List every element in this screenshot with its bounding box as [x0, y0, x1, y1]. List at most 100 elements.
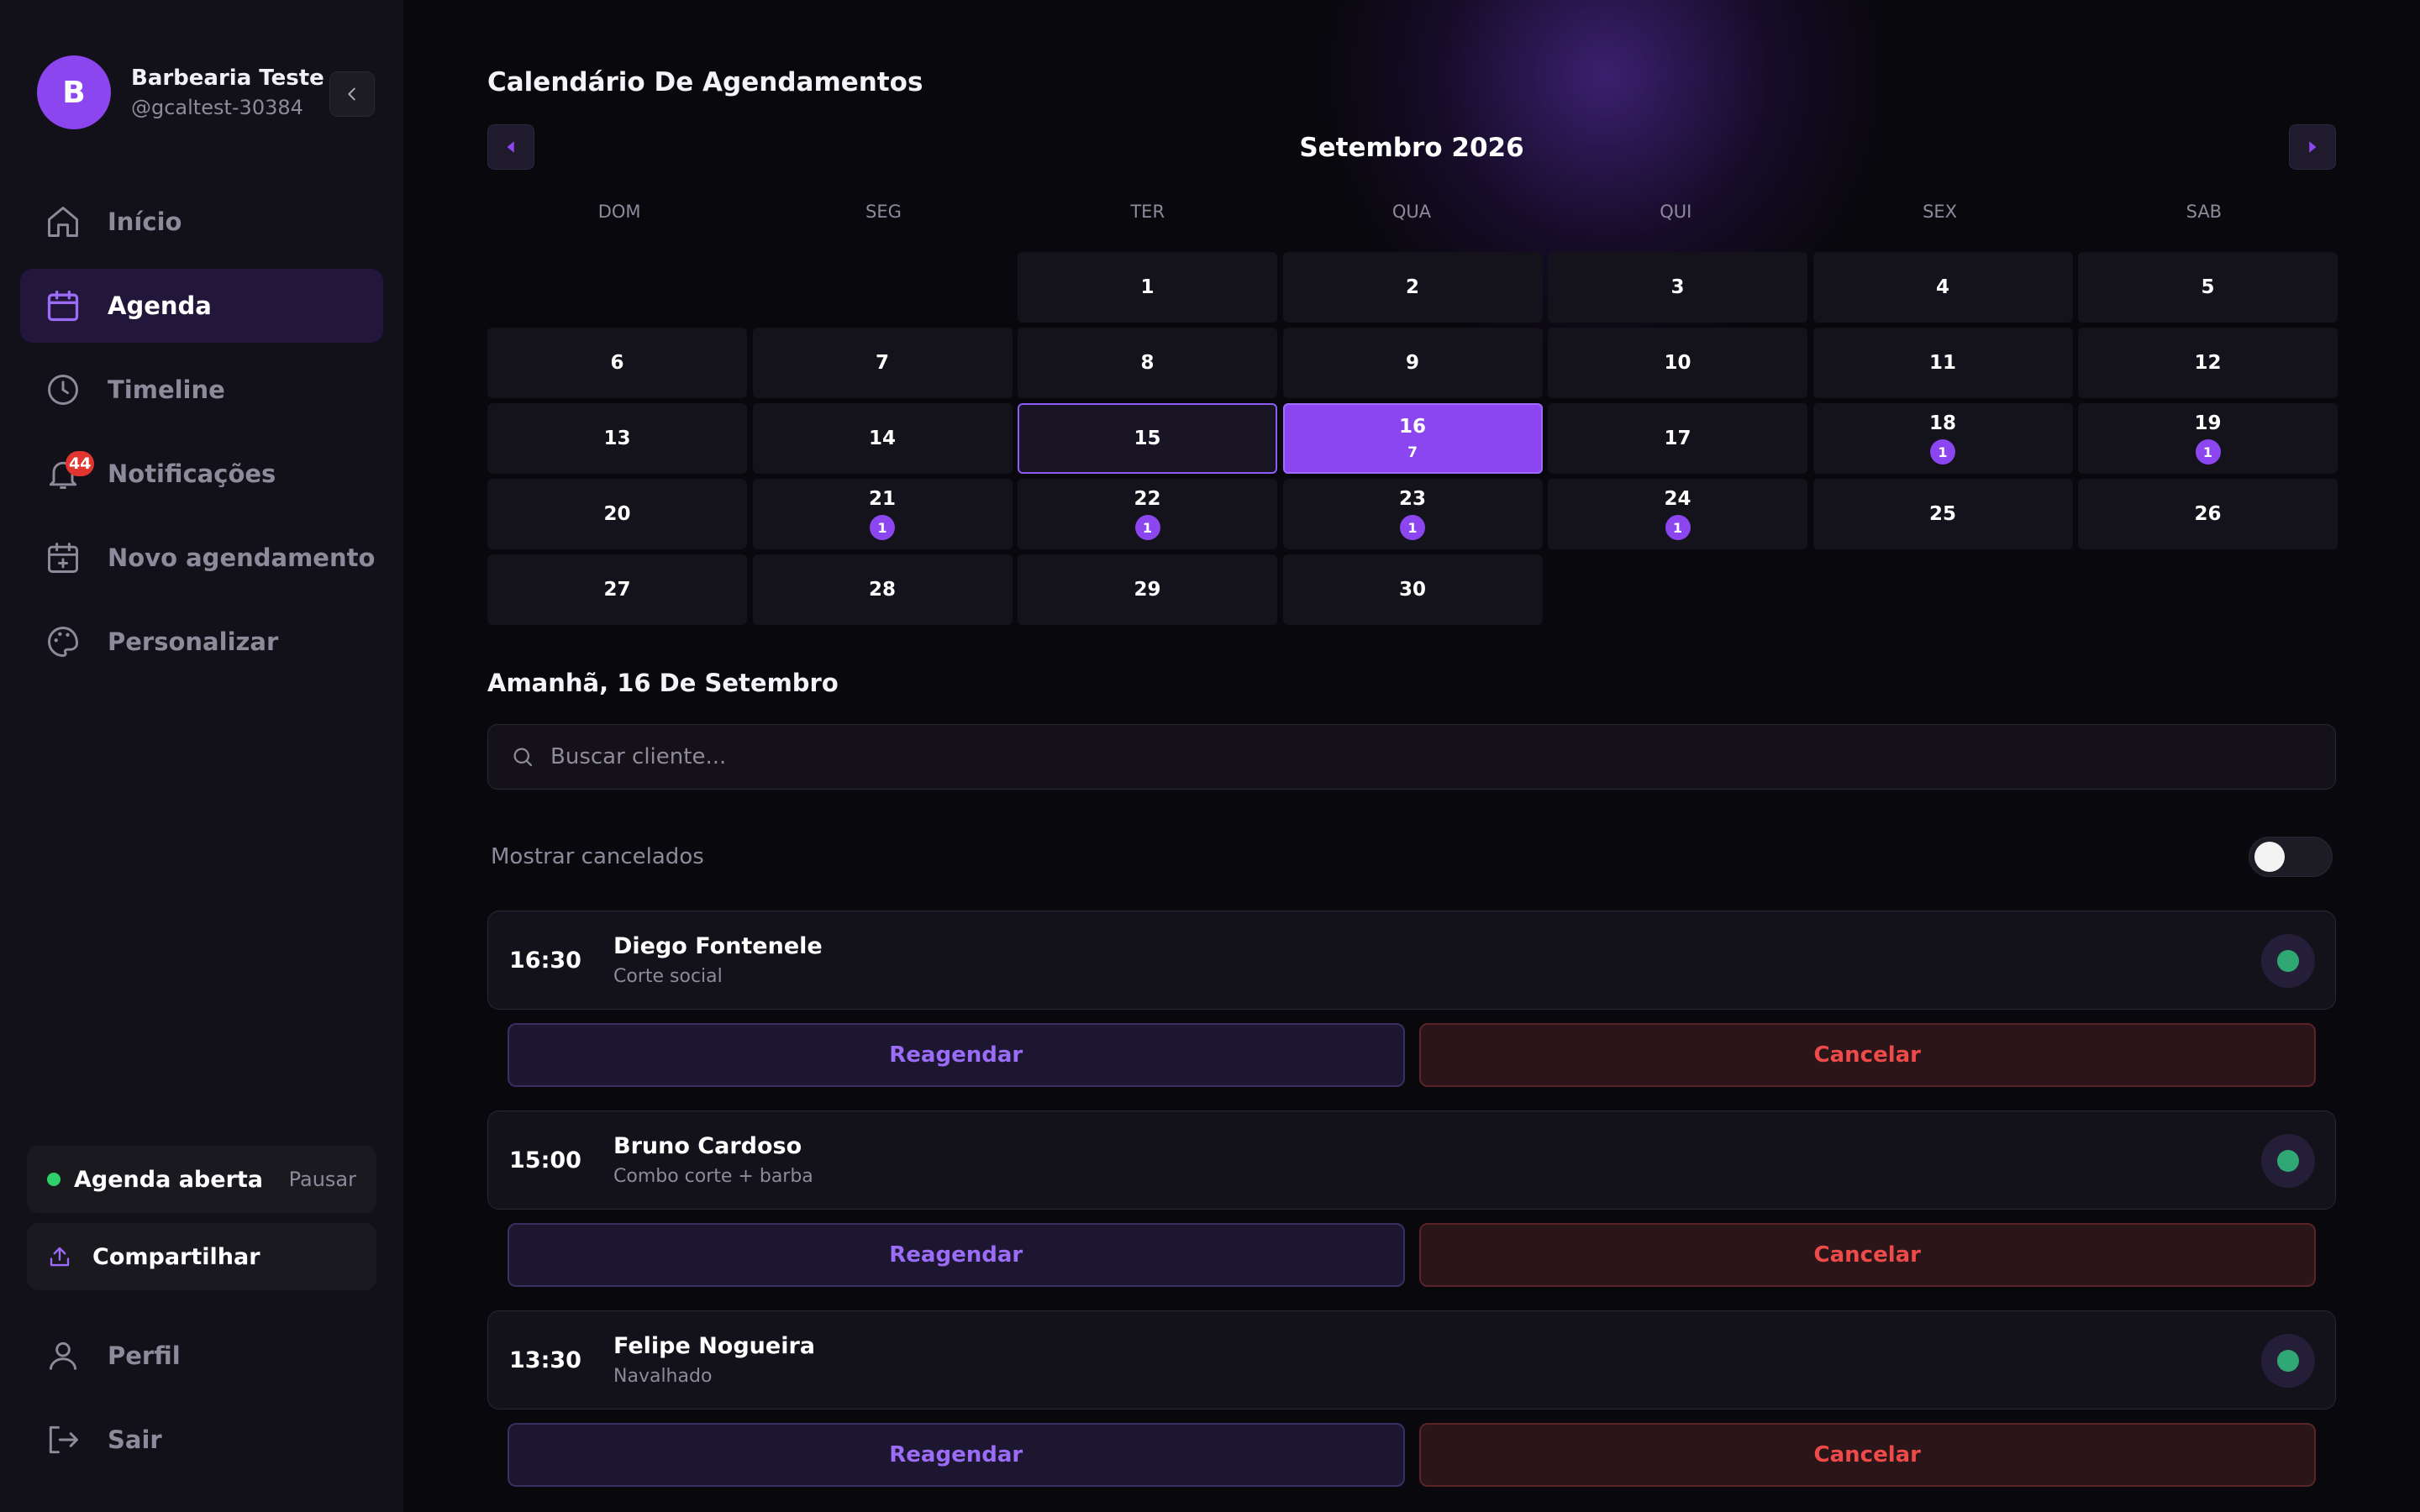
- service-name: Corte social: [613, 966, 723, 987]
- appointment-count-badge: 1: [1930, 439, 1955, 465]
- appointment-card[interactable]: 13:30 Felipe Nogueira Navalhado: [487, 1310, 2336, 1410]
- next-month-button[interactable]: [2289, 124, 2336, 170]
- calendar-day-23[interactable]: 23 1: [1282, 479, 1543, 549]
- show-cancelled-toggle[interactable]: [2249, 837, 2333, 877]
- calendar-day-21[interactable]: 21 1: [752, 479, 1013, 549]
- avatar: B: [37, 55, 111, 129]
- month-label: Setembro 2026: [1299, 133, 1524, 163]
- calendar-day-7[interactable]: 7: [752, 328, 1013, 398]
- nav-item-inicio[interactable]: Início: [20, 185, 383, 259]
- calendar-day-8[interactable]: 8: [1018, 328, 1277, 398]
- reschedule-button[interactable]: Reagendar: [508, 1223, 1405, 1287]
- calendar-day-28[interactable]: 28: [752, 554, 1013, 625]
- caret-right-icon: [2309, 141, 2317, 153]
- status-indicator: [47, 1173, 60, 1186]
- appointment-item: 13:30 Felipe Nogueira Navalhado Reagenda…: [487, 1310, 2336, 1487]
- nav-item-perfil[interactable]: Perfil: [20, 1319, 383, 1393]
- calendar-day-10[interactable]: 10: [1548, 328, 1807, 398]
- reschedule-button[interactable]: Reagendar: [508, 1423, 1405, 1487]
- nav-item-novo-agendamento[interactable]: Novo agendamento: [20, 521, 383, 595]
- day-number: 20: [603, 503, 631, 525]
- calendar-day-15[interactable]: 15: [1018, 403, 1277, 474]
- search-input[interactable]: [550, 744, 2335, 769]
- nav-item-notificacoes[interactable]: 44 Notificações: [20, 437, 383, 511]
- nav-item-personalizar[interactable]: Personalizar: [20, 605, 383, 679]
- client-name: Felipe Nogueira: [613, 1333, 816, 1359]
- nav-item-sair[interactable]: Sair: [20, 1403, 383, 1477]
- calendar-day-2[interactable]: 2: [1282, 252, 1543, 323]
- chevron-left-icon: [348, 87, 355, 101]
- calendar-day-13[interactable]: 13: [487, 403, 747, 474]
- weekday-label: SEG: [865, 202, 902, 222]
- appointment-count-badge: 1: [870, 515, 895, 540]
- appointment-card[interactable]: 15:00 Bruno Cardoso Combo corte + barba: [487, 1110, 2336, 1210]
- appointment-item: 15:00 Bruno Cardoso Combo corte + barba …: [487, 1110, 2336, 1287]
- nav-item-timeline[interactable]: Timeline: [20, 353, 383, 427]
- status-label: Agenda aberta: [74, 1166, 264, 1193]
- day-number: 4: [1935, 276, 1949, 298]
- agenda-status: Agenda aberta Pausar: [27, 1146, 376, 1213]
- appointment-count-badge: 1: [1665, 515, 1691, 540]
- pause-button[interactable]: Pausar: [289, 1168, 356, 1191]
- nav-label: Personalizar: [108, 627, 279, 656]
- calendar-day-16[interactable]: 16 7: [1282, 403, 1543, 474]
- calendar-day-30[interactable]: 30: [1282, 554, 1543, 625]
- weekday-label: SAB: [2186, 202, 2223, 222]
- nav-item-agenda[interactable]: Agenda: [20, 269, 383, 343]
- weekday-label: TER: [1130, 202, 1165, 222]
- day-number: 17: [1664, 428, 1691, 449]
- calendar-day-18[interactable]: 18 1: [1812, 403, 2073, 474]
- calendar-day-3[interactable]: 3: [1548, 252, 1807, 323]
- day-number: 9: [1405, 352, 1419, 374]
- day-number: 26: [2194, 503, 2222, 525]
- calendar-day-27[interactable]: 27: [487, 554, 747, 625]
- day-number: 3: [1670, 276, 1685, 298]
- appointment-card[interactable]: 16:30 Diego Fontenele Corte social: [487, 911, 2336, 1010]
- calendar-day-29[interactable]: 29: [1018, 554, 1277, 625]
- calendar-day-19[interactable]: 19 1: [2078, 403, 2338, 474]
- cancel-button[interactable]: Cancelar: [1418, 1023, 2316, 1087]
- day-number: 27: [603, 579, 631, 601]
- logout-icon: [44, 1420, 82, 1459]
- day-number: 16: [1398, 416, 1426, 438]
- calendar-day-5[interactable]: 5: [2078, 252, 2338, 323]
- calendar-day-11[interactable]: 11: [1812, 328, 2073, 398]
- nav-label: Início: [108, 207, 182, 236]
- calendar-day-9[interactable]: 9: [1282, 328, 1543, 398]
- sidebar: B Barbearia Teste @gcaltest-30384 Início…: [0, 0, 403, 1512]
- upload-icon: [50, 1247, 70, 1267]
- calendar-day-1[interactable]: 1: [1018, 252, 1277, 323]
- appointment-status-indicator: [2261, 934, 2315, 988]
- calendar-day-14[interactable]: 14: [752, 403, 1013, 474]
- reschedule-button[interactable]: Reagendar: [508, 1023, 1405, 1087]
- cancel-button[interactable]: Cancelar: [1418, 1223, 2316, 1287]
- weekday-label: QUI: [1660, 202, 1692, 222]
- main-content: Calendário De Agendamentos Setembro 2026…: [403, 0, 2420, 1512]
- weekday-label: QUA: [1392, 202, 1432, 222]
- calendar-day-20[interactable]: 20: [487, 479, 747, 549]
- calendar-grid: 1 2 3 4 5 6 7 8 9 10 11 12 13 14 15 16 7 17 18 1 19 1 20 21 1 22 1…: [487, 252, 2338, 625]
- appointment-status-indicator: [2261, 1334, 2315, 1388]
- palette-icon: [44, 622, 82, 661]
- appointment-item: 16:30 Diego Fontenele Corte social Reage…: [487, 911, 2336, 1087]
- calendar-day-24[interactable]: 24 1: [1548, 479, 1807, 549]
- calendar-day-4[interactable]: 4: [1812, 252, 2073, 323]
- calendar-day-22[interactable]: 22 1: [1018, 479, 1277, 549]
- toggle-knob: [2254, 842, 2285, 872]
- cancel-button[interactable]: Cancelar: [1418, 1423, 2316, 1487]
- appointment-status-indicator: [2261, 1134, 2315, 1188]
- collapse-sidebar-button[interactable]: [329, 71, 375, 117]
- calendar-day-6[interactable]: 6: [487, 328, 747, 398]
- calendar-day-12[interactable]: 12: [2078, 328, 2338, 398]
- nav-label: Sair: [108, 1425, 162, 1454]
- share-button[interactable]: Compartilhar: [27, 1223, 376, 1290]
- profile-name: Barbearia Teste: [131, 66, 324, 91]
- calendar-day-26[interactable]: 26: [2078, 479, 2338, 549]
- calendar-icon: [44, 286, 82, 325]
- calendar-day-25[interactable]: 25: [1812, 479, 2073, 549]
- weekday-label: SEX: [1923, 202, 1958, 222]
- client-name: Diego Fontenele: [613, 933, 823, 959]
- search-box[interactable]: [487, 724, 2336, 790]
- calendar-title: Calendário De Agendamentos: [487, 67, 923, 97]
- calendar-day-17[interactable]: 17: [1548, 403, 1807, 474]
